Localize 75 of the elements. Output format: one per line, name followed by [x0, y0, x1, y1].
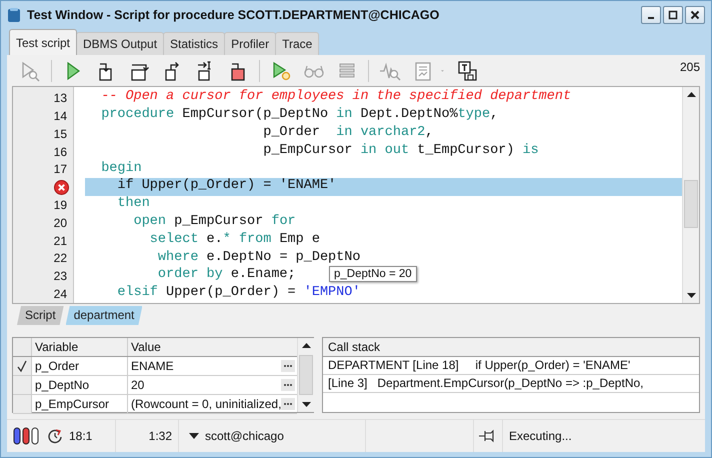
table-cell: p_Order — [32, 356, 128, 375]
close-button[interactable] — [685, 6, 705, 24]
code-line: elsif Upper(p_Order) = 'EMPNO' — [116, 285, 360, 302]
column-header: Call stack — [323, 338, 699, 357]
minimize-button[interactable] — [641, 6, 661, 24]
breakpoint-icon[interactable] — [54, 180, 69, 195]
scrollbar[interactable] — [682, 87, 699, 304]
tab[interactable]: Statistics — [163, 32, 226, 55]
ellipsis-icon — [283, 402, 294, 406]
line-number: 13 — [54, 91, 67, 106]
check-icon[interactable] — [16, 358, 28, 373]
column-header[interactable]: Value — [128, 338, 298, 356]
tab[interactable]: Trace — [275, 32, 320, 55]
tab[interactable]: Test script — [9, 29, 78, 55]
execution-status: Executing... — [509, 429, 572, 443]
status-bars-icon — [13, 427, 41, 445]
line-number: 22 — [54, 251, 67, 266]
line-number: 16 — [54, 144, 67, 159]
code-line: select e.* from Emp e — [148, 232, 320, 249]
line-count: 205 — [680, 60, 700, 74]
scroll-thumb[interactable] — [299, 354, 314, 395]
code-line: procedure EmpCursor(p_DeptNo in Dept.DeptNo%type, — [100, 107, 498, 124]
code-line: p_EmpCursor in out t_EmpCursor) is — [262, 142, 539, 160]
line-number: 20 — [54, 216, 67, 230]
line-number: 15 — [54, 126, 67, 141]
row-selector[interactable] — [13, 356, 32, 375]
scrollbar[interactable] — [297, 338, 314, 412]
caret-icon[interactable] — [189, 433, 199, 439]
line-number: 19 — [54, 198, 67, 212]
close-icon — [690, 10, 700, 20]
code-line: -- Open a cursor for employees in the specified department — [100, 89, 572, 106]
scroll-thumb[interactable] — [684, 180, 698, 228]
maximize-button[interactable] — [663, 6, 683, 24]
ellipsis-icon — [283, 364, 294, 368]
code-line: where e.DeptNo = p_DeptNo — [156, 250, 360, 267]
elapsed-time: 1:32 — [148, 429, 172, 443]
tab[interactable]: DBMS Output — [76, 32, 164, 55]
scroll-up-icon[interactable] — [302, 342, 311, 348]
ellipsis-button[interactable] — [281, 360, 296, 372]
ellipsis-button[interactable] — [281, 398, 296, 410]
connection-label: scott@chicago — [205, 429, 284, 443]
scroll-down-icon[interactable] — [686, 293, 696, 298]
code-line: order by e.Ename; — [156, 267, 296, 284]
ellipsis-button[interactable] — [281, 378, 296, 391]
table-cell-text: 20 — [131, 378, 146, 392]
maximize-icon — [668, 10, 678, 20]
table-cell-text: ENAME — [131, 358, 175, 373]
column-header[interactable]: Variable — [32, 338, 128, 356]
minimize-icon — [648, 17, 654, 19]
tooltip: p_DeptNo = 20 — [329, 266, 417, 282]
tab[interactable]: department — [66, 306, 142, 325]
table-cell: p_DeptNo — [32, 376, 128, 394]
table-cell: p_EmpCursor — [32, 394, 128, 413]
scroll-down-icon[interactable] — [302, 402, 311, 407]
line-number: 17 — [54, 162, 67, 176]
table-cell: (Rowcount = 0, uninitialized, — [131, 396, 282, 411]
window-title: Test Window - Script for procedure SCOTT.DEPARTMENT@CHICAGO — [27, 8, 440, 22]
call-stack-row[interactable]: DEPARTMENT [Line 18] if Upper(p_Order) = 'ENAME' — [323, 356, 699, 375]
code-line: begin — [100, 160, 142, 178]
refresh-icon — [47, 428, 63, 444]
tab[interactable]: Script — [17, 306, 64, 325]
line-number: 21 — [54, 234, 67, 248]
line-number: 24 — [54, 287, 67, 302]
code-editor[interactable] — [12, 86, 700, 304]
code-line: p_Order in varchar2, — [262, 125, 434, 142]
ellipsis-icon — [283, 382, 294, 387]
code-line: open p_EmpCursor for — [132, 214, 296, 231]
line-number: 23 — [54, 269, 67, 284]
app-icon — [7, 7, 21, 23]
tab[interactable]: Profiler — [224, 32, 276, 55]
scroll-up-icon[interactable] — [686, 92, 696, 98]
cursor-position: 18:1 — [69, 429, 92, 443]
code-line: then — [116, 196, 150, 214]
line-number: 14 — [54, 109, 67, 124]
call-stack-row[interactable]: [Line 3] Department.EmpCursor(p_DeptNo => :p_DeptNo, — [323, 374, 699, 393]
